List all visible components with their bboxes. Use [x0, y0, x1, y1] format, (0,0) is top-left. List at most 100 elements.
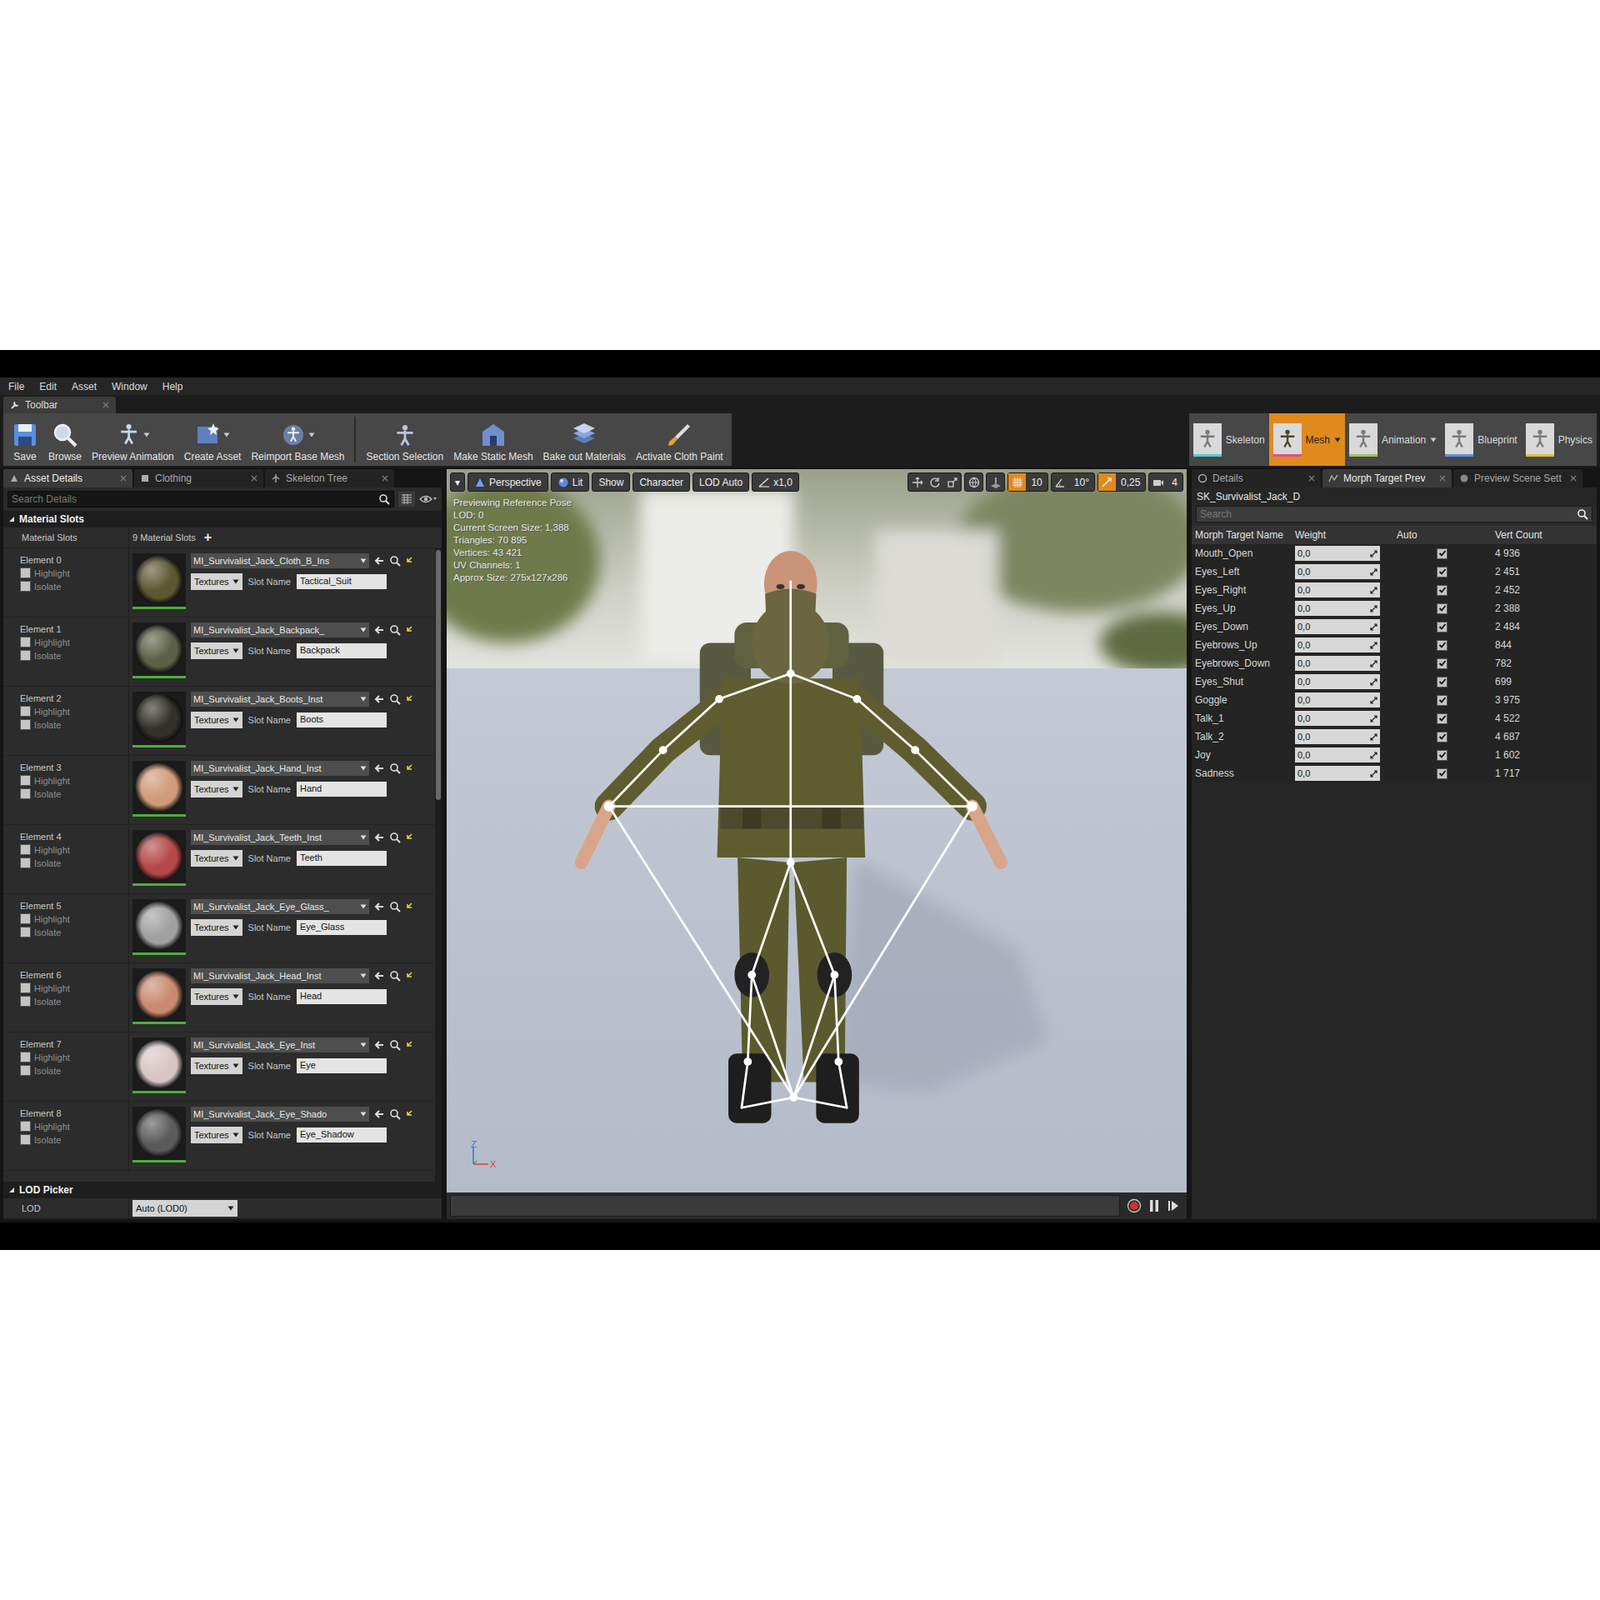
- isolate-checkbox[interactable]: [20, 926, 31, 938]
- weight-value[interactable]: 0,0: [1297, 695, 1310, 705]
- textures-label[interactable]: Textures: [194, 784, 230, 795]
- isolate-checkbox[interactable]: [20, 650, 31, 661]
- isolate-label[interactable]: Isolate: [34, 1135, 61, 1145]
- highlight-option[interactable]: Highlight: [20, 705, 129, 717]
- toolbar-button[interactable]: Activate Cloth Paint: [630, 413, 729, 466]
- mode-label[interactable]: Animation: [1381, 434, 1426, 446]
- weight-value[interactable]: 0,0: [1297, 548, 1310, 559]
- reset-icon[interactable]: [405, 970, 415, 981]
- material-name[interactable]: MI_Survivalist_Jack_Backpack_: [193, 625, 325, 635]
- snap-value[interactable]: 10: [1025, 476, 1047, 489]
- snap-control[interactable]: 4: [1148, 472, 1184, 492]
- isolate-label[interactable]: Isolate: [34, 720, 61, 730]
- textures-dropdown[interactable]: Textures: [190, 850, 243, 867]
- table-row[interactable]: Talk_20,04 687: [1191, 727, 1597, 746]
- table-row[interactable]: Eyes_Shut0,0699: [1191, 672, 1597, 691]
- mode-label[interactable]: Mesh: [1305, 434, 1330, 446]
- material-thumbnail[interactable]: [132, 691, 186, 748]
- close-icon[interactable]: [120, 475, 127, 482]
- reimport-icon[interactable]: [280, 421, 307, 449]
- weight-field[interactable]: 0,0: [1295, 545, 1380, 561]
- use-selected-arrow-icon[interactable]: [373, 555, 385, 567]
- drag-handle-icon[interactable]: [1370, 751, 1378, 760]
- auto-checkbox[interactable]: [1436, 731, 1448, 743]
- slot-name-field[interactable]: Tactical_Suit: [296, 574, 387, 590]
- snap-control[interactable]: 0,25: [1097, 472, 1146, 492]
- textures-dropdown[interactable]: Textures: [190, 573, 243, 590]
- dropdown-arrow-icon[interactable]: [360, 696, 367, 702]
- textures-dropdown[interactable]: Textures: [190, 780, 243, 798]
- isolate-option[interactable]: Isolate: [20, 857, 129, 869]
- make-static-mesh-icon[interactable]: [480, 421, 507, 449]
- surface-snap-button[interactable]: [985, 472, 1005, 492]
- bake-materials-icon[interactable]: [570, 421, 598, 449]
- search-input[interactable]: [11, 492, 379, 506]
- drag-handle-icon[interactable]: [1370, 770, 1378, 778]
- weight-field[interactable]: 0,0: [1295, 765, 1380, 781]
- weight-field[interactable]: 0,0: [1295, 582, 1380, 598]
- slot-name-field[interactable]: Boots: [296, 712, 387, 728]
- toolbar-button[interactable]: Save: [6, 413, 44, 466]
- material-dropdown[interactable]: MI_Survivalist_Jack_Head_Inst: [190, 968, 370, 984]
- isolate-checkbox[interactable]: [20, 1065, 31, 1076]
- section-header[interactable]: Material Slots: [3, 510, 442, 528]
- weight-field[interactable]: 0,0: [1295, 674, 1380, 690]
- material-thumbnail[interactable]: [132, 899, 186, 955]
- textures-dropdown[interactable]: Textures: [190, 1126, 243, 1144]
- auto-checkbox[interactable]: [1436, 548, 1448, 560]
- column-header[interactable]: Morph Target Name: [1191, 529, 1292, 541]
- section-selection-icon[interactable]: [391, 421, 419, 449]
- reset-icon[interactable]: [405, 763, 415, 774]
- toolbar-button[interactable]: Section Selection: [360, 413, 449, 466]
- highlight-checkbox[interactable]: [20, 775, 31, 786]
- section-header[interactable]: LOD Picker: [3, 1181, 442, 1199]
- snap-toggle[interactable]: [1149, 473, 1167, 491]
- material-thumbnail[interactable]: [132, 1106, 186, 1163]
- table-row[interactable]: Mouth_Open0,04 936: [1191, 544, 1597, 563]
- isolate-option[interactable]: Isolate: [20, 719, 129, 730]
- reset-icon[interactable]: [405, 625, 415, 635]
- table-row[interactable]: Eyebrows_Up0,0844: [1191, 635, 1597, 655]
- dropdown-arrow-icon[interactable]: [308, 432, 315, 438]
- use-selected-arrow-icon[interactable]: [373, 1108, 385, 1120]
- slot-name-field[interactable]: Eye_Shadow: [296, 1127, 387, 1143]
- preview-animation-icon[interactable]: [115, 421, 142, 449]
- toolbar-button[interactable]: Preview Animation: [86, 413, 180, 466]
- dropdown-arrow-icon[interactable]: [1430, 437, 1437, 443]
- table-row[interactable]: Eyes_Left0,02 451: [1191, 562, 1597, 581]
- textures-label[interactable]: Textures: [194, 715, 230, 725]
- isolate-label[interactable]: Isolate: [34, 1065, 61, 1076]
- dropdown-arrow-icon[interactable]: [232, 855, 240, 861]
- weight-value[interactable]: 0,0: [1297, 603, 1310, 614]
- toolbar-button-label[interactable]: Browse: [48, 450, 82, 463]
- highlight-label[interactable]: Highlight: [34, 914, 70, 925]
- viewport-button-label[interactable]: Lit: [572, 476, 584, 489]
- highlight-checkbox[interactable]: [20, 844, 31, 855]
- close-icon[interactable]: [1439, 475, 1446, 482]
- close-icon[interactable]: [102, 401, 110, 409]
- search-icon[interactable]: [389, 555, 401, 567]
- timeline-track[interactable]: [450, 1195, 1120, 1217]
- reset-icon[interactable]: [405, 901, 415, 912]
- cloth-paint-icon[interactable]: [665, 421, 693, 449]
- browse-icon[interactable]: [51, 421, 79, 449]
- transform-tool[interactable]: [943, 473, 961, 491]
- material-thumbnail[interactable]: [132, 622, 186, 679]
- search-icon[interactable]: [389, 831, 401, 844]
- isolate-checkbox[interactable]: [20, 580, 31, 592]
- isolate-option[interactable]: Isolate: [20, 1065, 129, 1076]
- viewport-button[interactable]: x1,0: [751, 472, 800, 492]
- menu-item[interactable]: Asset: [71, 380, 97, 393]
- material-dropdown[interactable]: MI_Survivalist_Jack_Eye_Glass_: [190, 899, 370, 915]
- table-row[interactable]: Goggle0,03 975: [1191, 690, 1597, 710]
- material-thumbnail[interactable]: [132, 968, 186, 1025]
- toolbar-button[interactable]: Browse: [43, 413, 87, 466]
- material-thumbnail[interactable]: [132, 760, 186, 817]
- dropdown-arrow-icon[interactable]: [360, 1042, 367, 1048]
- material-dropdown[interactable]: MI_Survivalist_Jack_Cloth_B_Ins: [190, 553, 370, 569]
- isolate-option[interactable]: Isolate: [20, 995, 129, 1007]
- drag-handle-icon[interactable]: [1370, 678, 1378, 686]
- weight-value[interactable]: 0,0: [1297, 768, 1310, 779]
- auto-checkbox[interactable]: [1436, 695, 1448, 706]
- snap-value[interactable]: 0,25: [1115, 476, 1145, 489]
